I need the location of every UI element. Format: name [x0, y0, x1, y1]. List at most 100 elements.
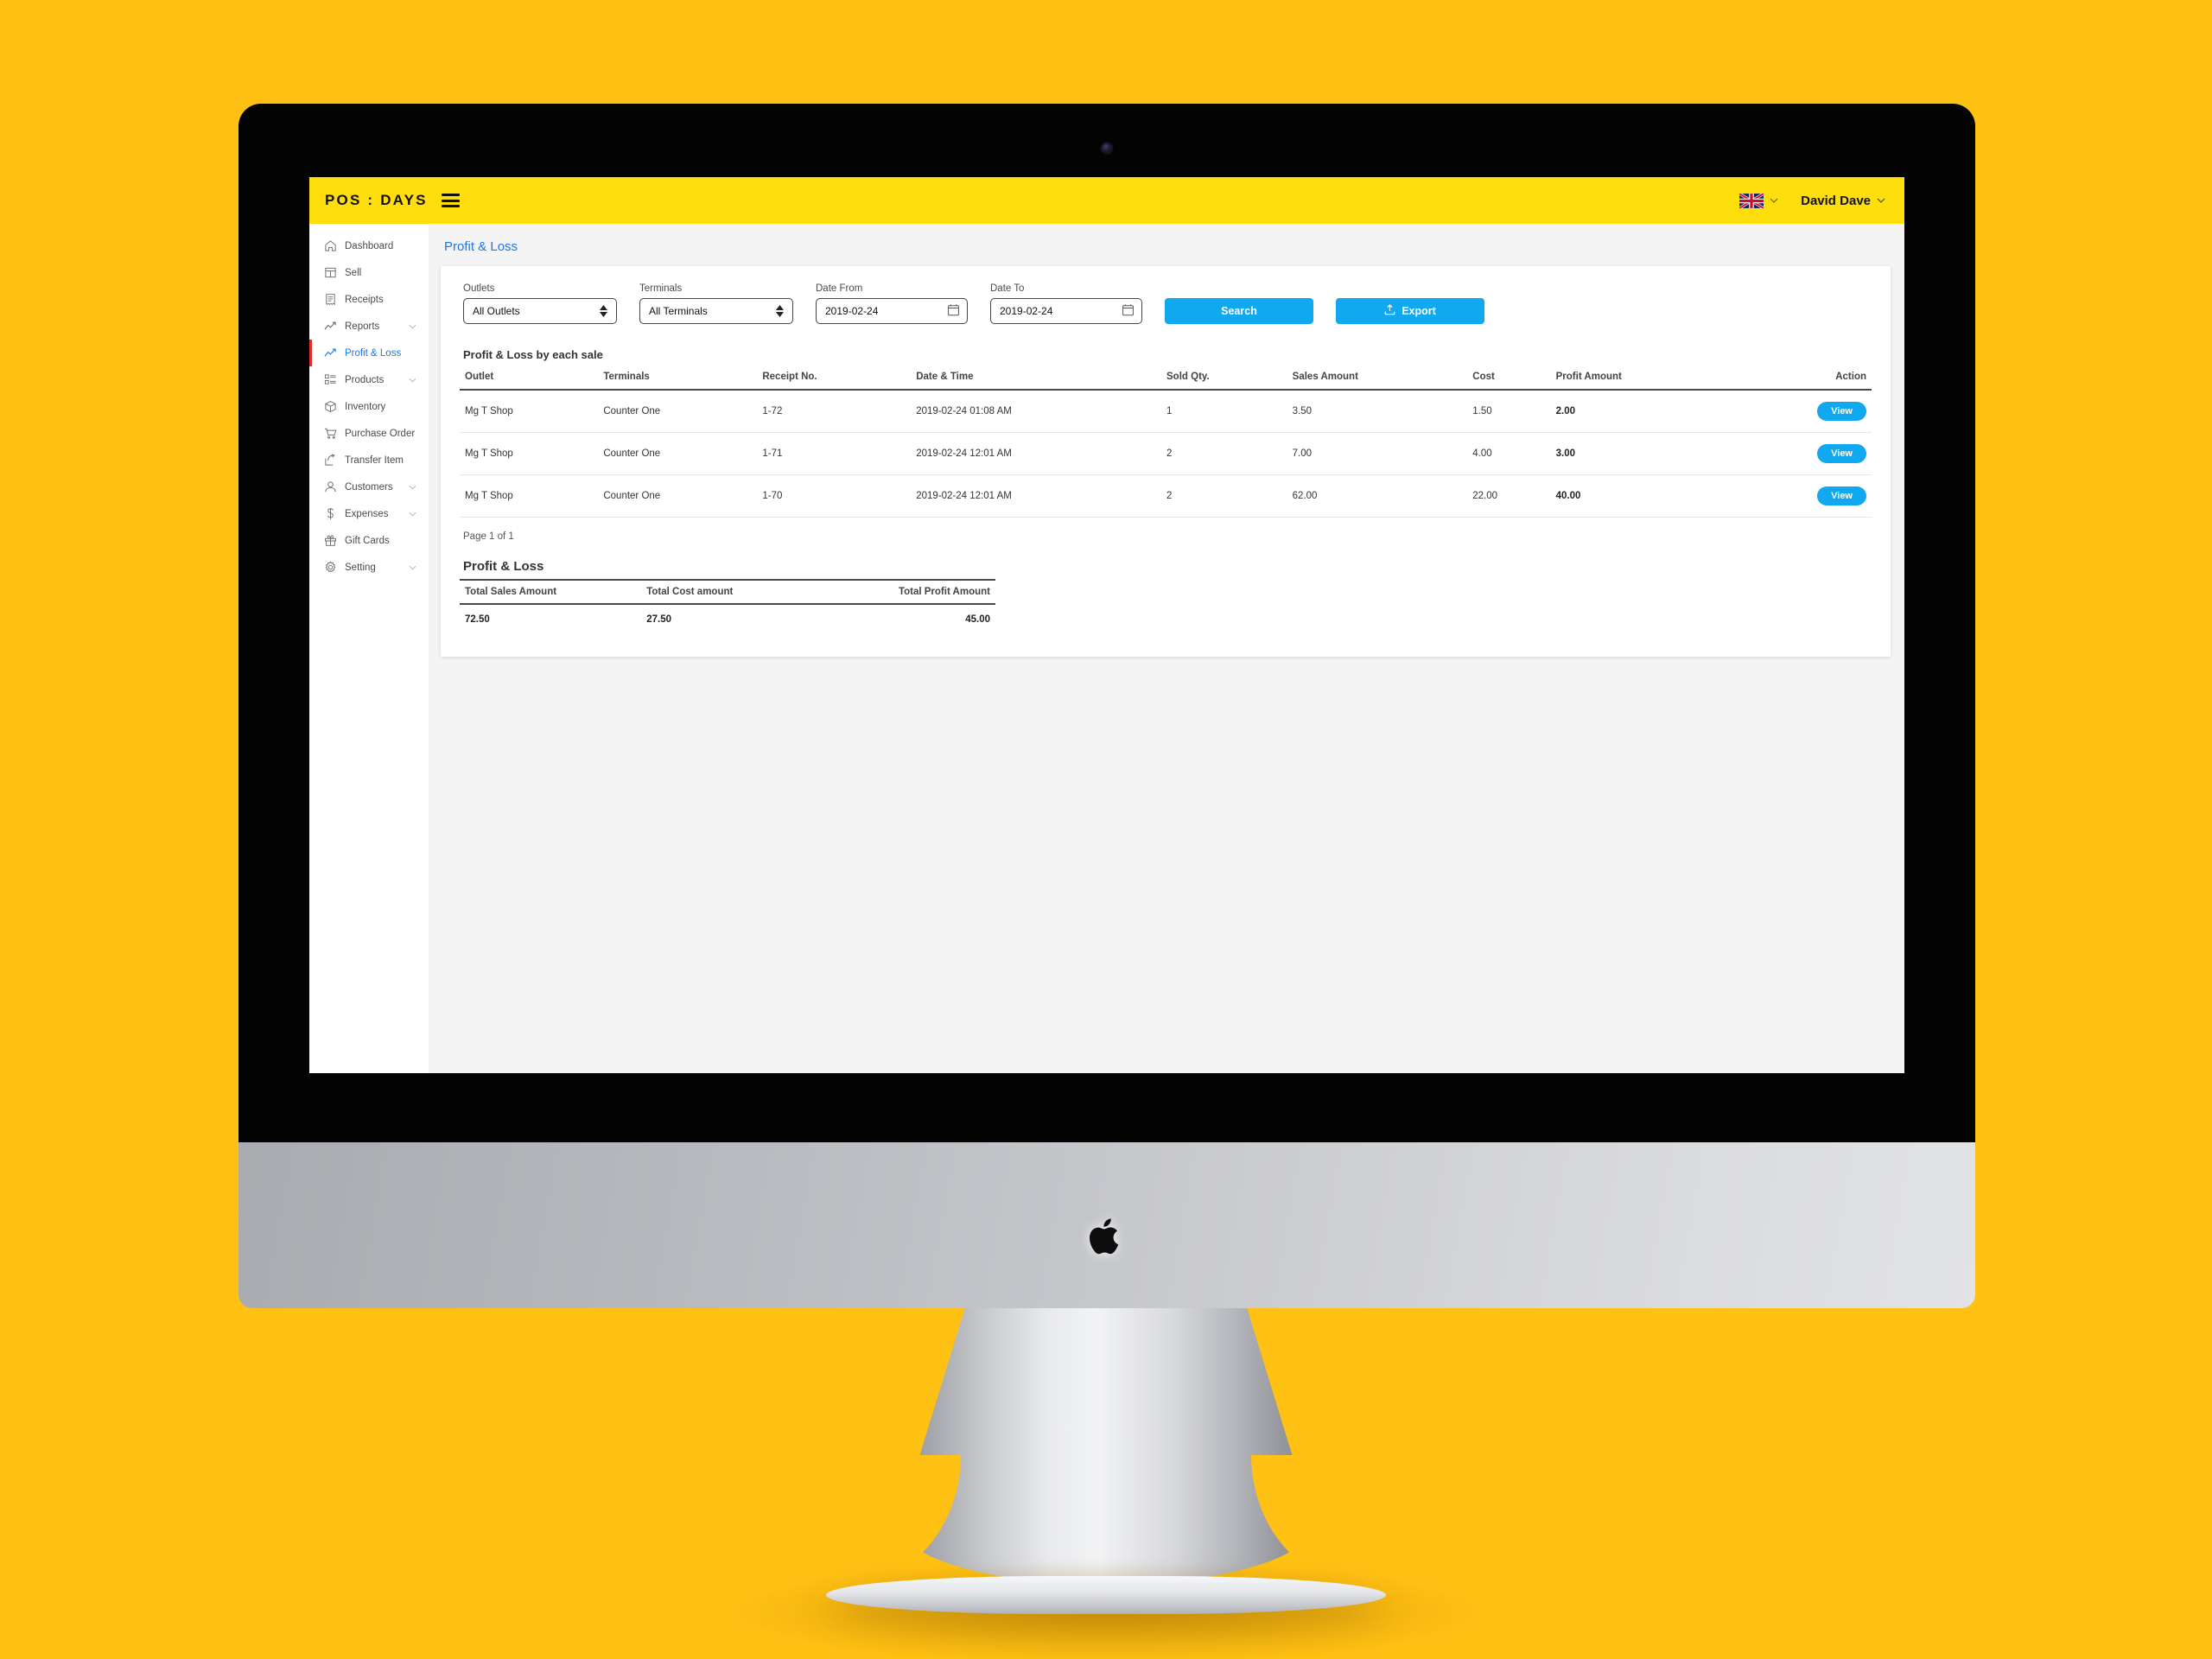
- monitor-chin: [238, 1142, 1975, 1308]
- cell-receipt-no: 1-72: [757, 390, 912, 433]
- sidebar-item-inventory[interactable]: Inventory: [309, 393, 429, 420]
- calendar-icon[interactable]: [1122, 304, 1134, 319]
- gear-icon: [324, 561, 337, 574]
- sidebar-item-sell[interactable]: Sell: [309, 259, 429, 286]
- export-button[interactable]: Export: [1336, 298, 1484, 324]
- hamburger-bar: [441, 194, 460, 196]
- gift-icon: [324, 534, 337, 547]
- sidebar-item-label: Products: [345, 374, 385, 385]
- user-menu[interactable]: David Dave: [1801, 194, 1885, 208]
- cell-cost: 4.00: [1467, 432, 1551, 475]
- cell-sold-qty: 1: [1161, 390, 1287, 433]
- cell-profit-amount: 2.00: [1550, 390, 1732, 433]
- table-row: Mg T Shop Counter One 1-71 2019-02-24 12:01…: [460, 432, 1872, 475]
- stand-neck-surface: [899, 1308, 1313, 1585]
- sidebar-item-label: Purchase Order: [345, 428, 416, 439]
- layout-icon: [324, 266, 337, 279]
- sales-col-header: Date & Time: [911, 368, 1162, 391]
- cell-profit-amount: 40.00: [1550, 474, 1732, 518]
- chevron-down-icon[interactable]: [409, 563, 416, 573]
- cell-receipt-no: 1-71: [757, 432, 912, 475]
- sales-table: Outlet Terminals Receipt No. Date & Time Sol…: [460, 368, 1872, 518]
- summary-col-header: Total Profit Amount: [813, 579, 995, 605]
- cell-outlet: Mg T Shop: [460, 390, 599, 433]
- share-arrow-icon: [324, 454, 337, 467]
- date-to-filter: Date To 2019-02-24: [990, 283, 1142, 324]
- sidebar-item-label: Expenses: [345, 508, 389, 519]
- pagination-label: Page 1 of 1: [463, 531, 514, 542]
- summary-value: 72.50: [465, 614, 490, 625]
- view-button[interactable]: View: [1817, 486, 1866, 505]
- view-button[interactable]: View: [1817, 444, 1866, 463]
- chevron-down-icon[interactable]: [409, 321, 416, 332]
- cell-datetime: 2019-02-24 12:01 AM: [911, 432, 1162, 475]
- outlets-filter: Outlets All Outlets: [463, 283, 617, 324]
- hamburger-bar: [441, 205, 460, 207]
- cell-cost: 22.00: [1467, 474, 1551, 518]
- sidebar-item-gift-cards[interactable]: Gift Cards: [309, 527, 429, 554]
- terminals-select[interactable]: All Terminals: [639, 298, 793, 324]
- chevron-down-icon[interactable]: [409, 509, 416, 519]
- sidebar: Dashboard Sell Receipts Reports Profit & Los…: [309, 224, 429, 1073]
- date-to-input[interactable]: 2019-02-24: [990, 298, 1142, 324]
- outlets-select[interactable]: All Outlets: [463, 298, 617, 324]
- sales-col-header: Cost: [1467, 368, 1551, 391]
- chevron-down-icon[interactable]: [409, 482, 416, 493]
- summary-value: 45.00: [965, 614, 990, 625]
- cell-sales-amount: 62.00: [1287, 474, 1468, 518]
- main-content: Profit & Loss Outlets All Outlets Termin…: [429, 224, 1904, 1073]
- chevron-down-icon: [1877, 198, 1885, 203]
- sidebar-item-customers[interactable]: Customers: [309, 474, 429, 500]
- list-grid-icon: [324, 373, 337, 386]
- webcam-icon: [1102, 143, 1112, 153]
- sidebar-item-dashboard[interactable]: Dashboard: [309, 232, 429, 259]
- sidebar-item-products[interactable]: Products: [309, 366, 429, 393]
- box-icon: [324, 400, 337, 413]
- sidebar-item-label: Setting: [345, 562, 376, 573]
- calendar-icon[interactable]: [948, 304, 959, 319]
- uk-flag-icon: [1739, 193, 1764, 208]
- date-from-input[interactable]: 2019-02-24: [816, 298, 968, 324]
- date-to-value: 2019-02-24: [1000, 305, 1053, 317]
- sidebar-item-receipts[interactable]: Receipts: [309, 286, 429, 313]
- imac-device: POS : DAYS David Dave Dashboard Sell Rec…: [238, 104, 1975, 1310]
- cell-sales-amount: 3.50: [1287, 390, 1468, 433]
- sidebar-item-label: Receipts: [345, 294, 384, 305]
- sidebar-item-purchase-order[interactable]: Purchase Order: [309, 420, 429, 447]
- app-brand-logo: POS : DAYS: [325, 192, 428, 208]
- sidebar-item-label: Customers: [345, 481, 393, 493]
- cell-outlet: Mg T Shop: [460, 474, 599, 518]
- cell-datetime: 2019-02-24 01:08 AM: [911, 390, 1162, 433]
- sidebar-item-label: Profit & Loss: [345, 347, 402, 359]
- filter-bar: Outlets All Outlets Terminals All Termin…: [460, 280, 1872, 329]
- search-button-label: Search: [1221, 305, 1257, 317]
- search-button[interactable]: Search: [1165, 298, 1313, 324]
- sidebar-item-reports[interactable]: Reports: [309, 313, 429, 340]
- hamburger-icon[interactable]: [441, 194, 460, 207]
- sidebar-item-label: Inventory: [345, 401, 386, 412]
- sidebar-item-profit-loss[interactable]: Profit & Loss: [309, 340, 429, 366]
- navbar-right-group: David Dave: [1739, 193, 1885, 208]
- terminals-label: Terminals: [639, 283, 683, 294]
- summary-col-header: Total Cost amount: [641, 579, 814, 605]
- chevron-down-icon[interactable]: [409, 375, 416, 385]
- shopping-cart-icon: [324, 427, 337, 440]
- cell-terminal: Counter One: [598, 390, 758, 433]
- cell-receipt-no: 1-70: [757, 474, 912, 518]
- apple-logo-icon: [1089, 1218, 1119, 1255]
- sidebar-item-label: Reports: [345, 321, 380, 332]
- sidebar-item-expenses[interactable]: Expenses: [309, 500, 429, 527]
- page-title: Profit & Loss: [444, 239, 518, 254]
- app-body: Dashboard Sell Receipts Reports Profit & Los…: [309, 224, 1904, 1073]
- language-selector[interactable]: [1739, 193, 1778, 208]
- sales-col-header: Sold Qty.: [1161, 368, 1287, 391]
- sidebar-item-setting[interactable]: Setting: [309, 554, 429, 581]
- table-row: Mg T Shop Counter One 1-72 2019-02-24 01:08…: [460, 390, 1872, 433]
- sales-col-header: Profit Amount: [1550, 368, 1732, 391]
- sales-col-header: Sales Amount: [1287, 368, 1468, 391]
- sidebar-item-transfer-item[interactable]: Transfer Item: [309, 447, 429, 474]
- trend-up-icon: [324, 346, 337, 359]
- view-button[interactable]: View: [1817, 402, 1866, 421]
- cell-datetime: 2019-02-24 12:01 AM: [911, 474, 1162, 518]
- terminals-filter: Terminals All Terminals: [639, 283, 793, 324]
